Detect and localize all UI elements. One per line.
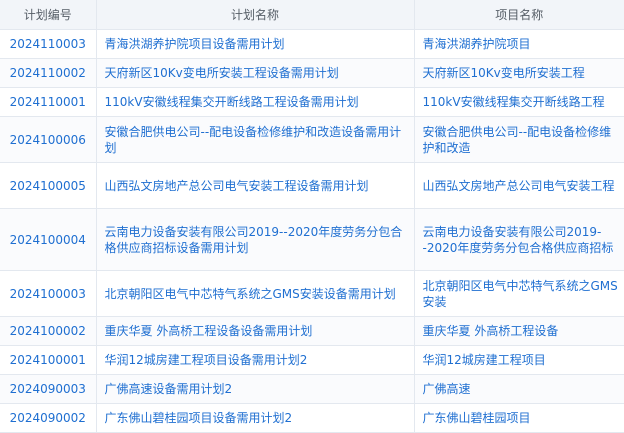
project-name-cell[interactable]: 山西弘文房地产总公司电气安装工程 <box>414 162 624 209</box>
table-row[interactable]: 2024090002 广东佛山碧桂园项目设备需用计划2 广东佛山碧桂园项目 <box>0 403 624 433</box>
plan-name-cell[interactable]: 重庆华夏 外高桥工程设备设备需用计划 <box>96 316 415 346</box>
plan-id-cell[interactable]: 2024110002 <box>0 58 97 88</box>
plan-name-cell[interactable]: 青海洪湖养护院项目设备需用计划 <box>96 29 415 59</box>
plan-id-cell[interactable]: 2024100004 <box>0 208 97 271</box>
plan-table: 计划编号 计划名称 项目名称 2024110003 青海洪湖养护院项目设备需用计… <box>0 0 624 433</box>
table-row[interactable]: 2024090003 广佛高速设备需用计划2 广佛高速 <box>0 374 624 404</box>
project-name-cell[interactable]: 安徽合肥供电公司--配电设备检修维护和改造 <box>414 116 624 163</box>
project-name-cell[interactable]: 北京朝阳区电气中芯特气系统之GMS安装 <box>414 270 624 317</box>
plan-id-cell[interactable]: 2024100006 <box>0 116 97 163</box>
plan-name-cell[interactable]: 山西弘文房地产总公司电气安装工程设备需用计划 <box>96 162 415 209</box>
project-name-cell[interactable]: 广东佛山碧桂园项目 <box>414 403 624 433</box>
header-plan-name[interactable]: 计划名称 <box>96 0 415 30</box>
project-name-cell[interactable]: 110kV安徽线程集交开断线路工程 <box>414 87 624 117</box>
plan-id-cell[interactable]: 2024100002 <box>0 316 97 346</box>
table-row[interactable]: 2024100004 云南电力设备安装有限公司2019--2020年度劳务分包合… <box>0 208 624 271</box>
plan-name-cell[interactable]: 云南电力设备安装有限公司2019--2020年度劳务分包合格供应商招标设备需用计… <box>96 208 415 271</box>
plan-name-cell[interactable]: 广佛高速设备需用计划2 <box>96 374 415 404</box>
plan-name-cell[interactable]: 安徽合肥供电公司--配电设备检修维护和改造设备需用计划 <box>96 116 415 163</box>
plan-name-cell[interactable]: 华润12城房建工程项目设备需用计划2 <box>96 345 415 375</box>
header-plan-id[interactable]: 计划编号 <box>0 0 97 30</box>
table-row[interactable]: 2024110003 青海洪湖养护院项目设备需用计划 青海洪湖养护院项目 <box>0 29 624 59</box>
table-header-row: 计划编号 计划名称 项目名称 <box>0 0 624 30</box>
table-row[interactable]: 2024100006 安徽合肥供电公司--配电设备检修维护和改造设备需用计划 安… <box>0 116 624 163</box>
plan-id-cell[interactable]: 2024090002 <box>0 403 97 433</box>
plan-id-cell[interactable]: 2024100003 <box>0 270 97 317</box>
plan-name-cell[interactable]: 广东佛山碧桂园项目设备需用计划2 <box>96 403 415 433</box>
table-row[interactable]: 2024100001 华润12城房建工程项目设备需用计划2 华润12城房建工程项… <box>0 345 624 375</box>
project-name-cell[interactable]: 青海洪湖养护院项目 <box>414 29 624 59</box>
project-name-cell[interactable]: 天府新区10Kv变电所安装工程 <box>414 58 624 88</box>
plan-id-cell[interactable]: 2024090003 <box>0 374 97 404</box>
plan-id-cell[interactable]: 2024100005 <box>0 162 97 209</box>
table-row[interactable]: 2024100005 山西弘文房地产总公司电气安装工程设备需用计划 山西弘文房地… <box>0 162 624 209</box>
project-name-cell[interactable]: 广佛高速 <box>414 374 624 404</box>
plan-name-cell[interactable]: 110kV安徽线程集交开断线路工程设备需用计划 <box>96 87 415 117</box>
project-name-cell[interactable]: 华润12城房建工程项目 <box>414 345 624 375</box>
plan-id-cell[interactable]: 2024110001 <box>0 87 97 117</box>
header-project-name[interactable]: 项目名称 <box>414 0 624 30</box>
plan-id-cell[interactable]: 2024100001 <box>0 345 97 375</box>
table-row[interactable]: 2024110002 天府新区10Kv变电所安装工程设备需用计划 天府新区10K… <box>0 58 624 88</box>
project-name-cell[interactable]: 云南电力设备安装有限公司2019--2020年度劳务分包合格供应商招标 <box>414 208 624 271</box>
plan-name-cell[interactable]: 天府新区10Kv变电所安装工程设备需用计划 <box>96 58 415 88</box>
plan-name-cell[interactable]: 北京朝阳区电气中芯特气系统之GMS安装设备需用计划 <box>96 270 415 317</box>
table-row[interactable]: 2024100002 重庆华夏 外高桥工程设备设备需用计划 重庆华夏 外高桥工程… <box>0 316 624 346</box>
project-name-cell[interactable]: 重庆华夏 外高桥工程设备 <box>414 316 624 346</box>
plan-id-cell[interactable]: 2024110003 <box>0 29 97 59</box>
table-row[interactable]: 2024100003 北京朝阳区电气中芯特气系统之GMS安装设备需用计划 北京朝… <box>0 270 624 317</box>
table-row[interactable]: 2024110001 110kV安徽线程集交开断线路工程设备需用计划 110kV… <box>0 87 624 117</box>
